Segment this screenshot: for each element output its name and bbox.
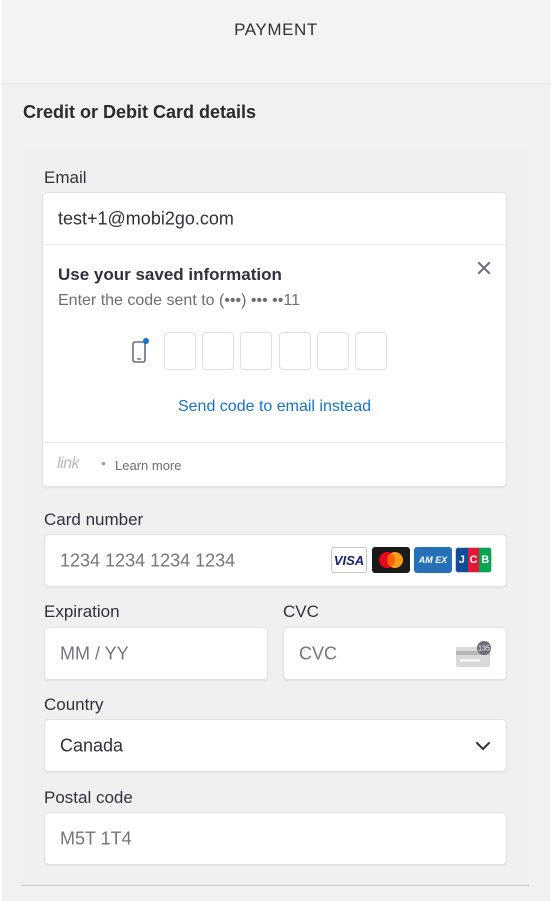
visa-icon: VISA — [331, 547, 367, 573]
saved-info-title: Use your saved information — [58, 265, 282, 284]
phone-icon — [132, 338, 149, 363]
link-email-card: test+1@mobi2go.com Use your saved inform… — [42, 192, 507, 487]
card-number-placeholder: 1234 1234 1234 1234 — [60, 550, 236, 570]
chevron-down-icon — [476, 742, 490, 750]
jcb-letter: C — [467, 548, 480, 572]
send-code-email-link[interactable]: Send code to email instead — [43, 398, 506, 416]
learn-more-link[interactable]: Learn more — [115, 458, 181, 473]
close-icon[interactable] — [475, 259, 493, 277]
code-digit-input[interactable] — [317, 332, 349, 370]
link-logo: link — [57, 455, 80, 472]
cvc-field[interactable]: CVC 135 — [283, 627, 507, 680]
code-digit-input[interactable] — [202, 332, 234, 370]
country-select[interactable]: Canada — [44, 719, 507, 772]
code-digit-input[interactable] — [355, 332, 387, 370]
email-value: test+1@mobi2go.com — [58, 208, 234, 228]
footer-separator: • — [101, 455, 106, 471]
country-label: Country — [44, 695, 104, 714]
code-digit-input[interactable] — [240, 332, 272, 370]
postal-code-field[interactable]: M5T 1T4 — [44, 812, 507, 865]
email-field[interactable]: test+1@mobi2go.com — [43, 193, 506, 245]
mastercard-icon — [372, 547, 410, 573]
postal-code-placeholder: M5T 1T4 — [60, 828, 132, 848]
cvc-card-icon: 135 — [456, 641, 491, 667]
jcb-icon: JCB — [455, 547, 492, 573]
jcb-letter: B — [479, 548, 491, 572]
section-title: Credit or Debit Card details — [23, 102, 257, 122]
expiration-field[interactable]: MM / YY — [44, 627, 268, 680]
expiration-placeholder: MM / YY — [60, 643, 129, 663]
amex-icon: AM EX — [414, 547, 452, 573]
card-number-field[interactable]: 1234 1234 1234 1234 VISA AM EX JCB — [44, 534, 507, 587]
card-number-label: Card number — [44, 510, 144, 529]
saved-info-subtitle: Enter the code sent to (•••) ••• ••11 — [58, 292, 300, 309]
cvc-label: CVC — [283, 602, 319, 621]
cvc-icon-number: 135 — [478, 646, 490, 653]
divider — [21, 885, 529, 886]
code-digit-input[interactable] — [164, 332, 196, 370]
jcb-letter: J — [456, 548, 468, 572]
page-title: PAYMENT — [234, 20, 318, 39]
email-label: Email — [44, 168, 87, 187]
postal-code-label: Postal code — [44, 788, 133, 807]
header: PAYMENT — [2, 0, 550, 84]
country-value: Canada — [60, 735, 124, 755]
cvc-placeholder: CVC — [299, 643, 338, 663]
code-digit-input[interactable] — [279, 332, 311, 370]
link-footer: link • Learn more — [43, 442, 506, 487]
expiration-label: Expiration — [44, 602, 120, 621]
